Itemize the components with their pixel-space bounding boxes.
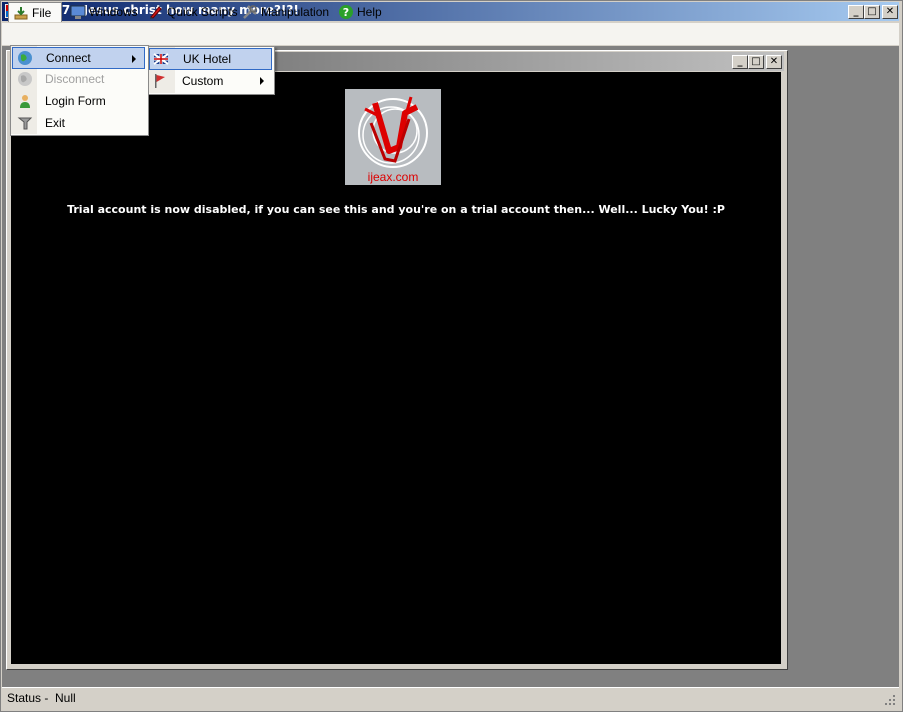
status-label: Status - Null (7, 691, 76, 705)
maximize-button[interactable]: □ (864, 5, 880, 19)
menu-item-login-form[interactable]: Login Form (12, 90, 145, 112)
monitor-icon (70, 4, 86, 20)
close-button[interactable]: ✕ (882, 5, 898, 19)
tools-icon (242, 4, 258, 20)
submenu-item-custom[interactable]: Custom (149, 70, 272, 92)
trial-message: Trial account is now disabled, if you ca… (67, 203, 725, 216)
status-bar (2, 687, 899, 710)
submenu-item-custom-label: Custom (182, 74, 224, 88)
exit-icon (17, 115, 33, 131)
menu-file-label: File (32, 5, 52, 20)
red-flag-icon (152, 73, 168, 89)
menu-item-login-form-label: Login Form (45, 94, 106, 108)
menu-windows-label: Windows (89, 5, 138, 19)
menu-quick-scripts-label: Quick Scripts (167, 5, 238, 19)
submenu-item-uk-hotel[interactable]: UK Hotel (149, 48, 272, 70)
help-icon: ? (338, 4, 354, 20)
user-icon (17, 93, 33, 109)
menu-manipulation[interactable]: Manipulation (238, 2, 333, 22)
menu-windows[interactable]: Windows (66, 2, 142, 22)
menu-item-exit[interactable]: Exit (12, 112, 145, 134)
submenu-arrow-icon (260, 77, 264, 85)
menu-item-connect[interactable]: Connect (12, 47, 145, 69)
globe-disabled-icon (17, 71, 33, 87)
menu-item-exit-label: Exit (45, 116, 66, 130)
menu-help-label: Help (357, 5, 382, 19)
menu-item-disconnect-label: Disconnect (45, 72, 105, 86)
menu-file[interactable]: File (8, 2, 62, 22)
menu-item-disconnect[interactable]: Disconnect (12, 68, 145, 90)
menu-help[interactable]: ? Help (334, 2, 386, 22)
uk-flag-icon (153, 51, 169, 67)
menu-quick-scripts[interactable]: Quick Scripts (144, 2, 242, 22)
submenu-arrow-icon (132, 55, 136, 63)
resize-grip-icon[interactable] (882, 692, 896, 706)
child-title-bar[interactable] (272, 52, 784, 71)
download-icon (13, 5, 29, 21)
minimize-button[interactable]: _ (848, 5, 864, 19)
menu-bar (2, 23, 899, 45)
svg-text:?: ? (343, 6, 349, 19)
logo-text: ijeax.com (367, 170, 419, 184)
globe-icon (17, 50, 33, 66)
menu-item-connect-label: Connect (46, 51, 91, 65)
menu-manipulation-label: Manipulation (261, 5, 330, 19)
submenu-item-uk-hotel-label: UK Hotel (183, 52, 232, 66)
child-minimize-button[interactable]: _ (732, 55, 748, 69)
child-maximize-button[interactable]: □ (748, 55, 764, 69)
child-close-button[interactable]: ✕ (766, 55, 782, 69)
pencil-icon (148, 4, 164, 20)
